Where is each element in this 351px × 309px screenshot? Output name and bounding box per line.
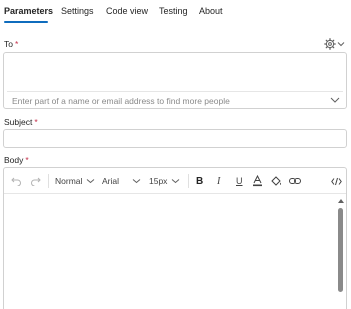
bold-icon: B [196, 175, 204, 187]
to-label: To * [4, 39, 18, 49]
chevron-down-icon [172, 179, 180, 184]
font-value: Arial [102, 176, 120, 186]
tab-parameters[interactable]: Parameters [4, 6, 53, 16]
active-tab-indicator [4, 21, 48, 23]
body-label-text: Body [4, 155, 24, 165]
required-mark: * [25, 155, 29, 165]
code-view-icon [331, 177, 342, 185]
scroll-up-icon[interactable] [337, 198, 345, 204]
body-editor: Normal Arial 15px B I U [3, 167, 347, 309]
chevron-down-icon [132, 179, 141, 184]
underline-button[interactable]: U [236, 174, 243, 188]
format-dropdown[interactable]: Normal [55, 174, 95, 188]
font-color-icon [253, 175, 262, 187]
to-field[interactable] [3, 52, 347, 109]
undo-icon [11, 177, 21, 186]
subject-label: Subject * [4, 117, 38, 127]
body-text-area[interactable] [4, 195, 330, 309]
tab-testing[interactable]: Testing [159, 6, 188, 16]
to-label-text: To [4, 39, 13, 49]
toolbar-separator [188, 174, 189, 188]
underline-icon: U [236, 176, 243, 186]
tab-bar: Parameters Settings Code view Testing Ab… [0, 0, 351, 26]
chevron-down-icon [337, 42, 345, 47]
editor-scrollbar[interactable] [336, 195, 346, 309]
format-value: Normal [55, 176, 83, 186]
font-dropdown[interactable]: Arial [102, 174, 141, 188]
redo-icon [31, 177, 41, 186]
body-label: Body * [4, 155, 29, 165]
font-color-button[interactable] [252, 174, 263, 188]
redo-button[interactable] [30, 174, 41, 188]
to-people-picker-input[interactable] [4, 92, 326, 109]
tab-code-view[interactable]: Code view [106, 6, 148, 16]
insert-link-button[interactable] [289, 174, 301, 188]
subject-label-text: Subject [4, 117, 33, 127]
subject-input[interactable] [3, 129, 347, 148]
formatting-toolbar: Normal Arial 15px B I U [4, 168, 346, 194]
link-icon [289, 178, 301, 184]
tab-settings[interactable]: Settings [61, 6, 94, 16]
bold-button[interactable]: B [196, 174, 203, 188]
undo-button[interactable] [11, 174, 22, 188]
chevron-down-icon[interactable] [330, 96, 340, 104]
scrollbar-thumb[interactable] [338, 208, 343, 292]
italic-icon: I [217, 175, 221, 187]
italic-button[interactable]: I [217, 174, 220, 188]
code-view-button[interactable] [331, 174, 342, 188]
font-size-value: 15px [149, 176, 168, 186]
recipient-settings-button[interactable] [324, 37, 348, 51]
toolbar-separator [48, 174, 49, 188]
gear-icon [324, 38, 336, 50]
required-mark: * [14, 39, 19, 49]
tab-about[interactable]: About [199, 6, 223, 16]
required-mark: * [34, 117, 38, 127]
chevron-down-icon [87, 179, 95, 184]
highlight-icon [271, 176, 281, 186]
highlight-button[interactable] [270, 174, 282, 188]
font-size-dropdown[interactable]: 15px [149, 174, 180, 188]
